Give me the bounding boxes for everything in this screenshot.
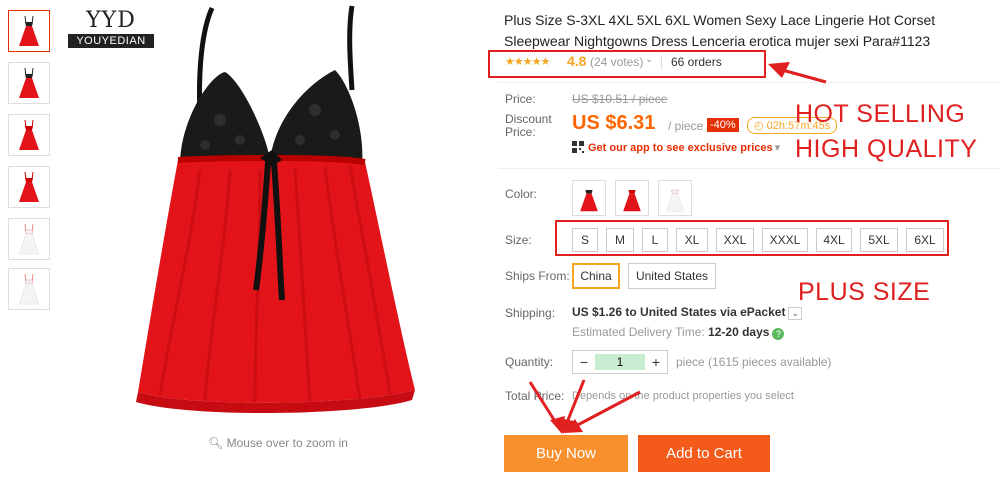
delivery-label: Estimated Delivery Time: — [572, 325, 705, 339]
quantity-available: piece (1615 pieces available) — [676, 355, 832, 369]
dress-thumbnail-image — [18, 223, 40, 255]
quantity-label: Quantity: — [505, 355, 554, 369]
chevron-down-icon[interactable]: ⌄ — [788, 307, 802, 320]
dress-thumbnail-image — [18, 273, 40, 305]
size-option-xxl[interactable]: XXL — [716, 228, 754, 252]
votes-link[interactable]: (24 votes) — [590, 55, 643, 69]
thumbnail-2[interactable] — [8, 62, 50, 104]
dress-thumbnail-image — [19, 171, 39, 202]
size-label: Size: — [505, 233, 532, 247]
quantity-increase-button[interactable]: + — [645, 351, 667, 373]
divider — [661, 55, 662, 69]
ships-from-label: Ships From: — [505, 269, 570, 283]
color-swatch-image — [623, 190, 641, 212]
color-label: Color: — [505, 187, 538, 201]
shipping-method[interactable]: US $1.26 to United States via ePacket ⌄ — [572, 305, 802, 320]
color-option-black-red[interactable] — [572, 180, 606, 216]
size-option-xxxl[interactable]: XXXL — [762, 228, 808, 252]
total-price-label: Total Price: — [505, 389, 565, 403]
color-option-red[interactable] — [615, 180, 649, 216]
qr-code-icon — [572, 141, 584, 153]
original-price: US $10.51 / piece — [572, 92, 668, 106]
chevron-down-icon: ▾ — [774, 142, 781, 154]
size-option-l[interactable]: L — [642, 228, 668, 252]
thumbnail-4[interactable] — [8, 166, 50, 208]
size-option-5xl[interactable]: 5XL — [860, 228, 898, 252]
discount-badge: -40% — [707, 118, 739, 132]
buy-now-button[interactable]: Buy Now — [504, 435, 628, 472]
dress-thumbnail-image — [19, 119, 39, 150]
color-swatch-image — [580, 190, 598, 212]
discount-price: US $6.31 — [572, 112, 656, 134]
quantity-input[interactable] — [595, 354, 645, 370]
ships-from-option-united-states[interactable]: United States — [628, 263, 716, 289]
thumbnail-5[interactable] — [8, 218, 50, 260]
size-option-s[interactable]: S — [572, 228, 598, 252]
star-rating-icon: ★★★★★ — [505, 56, 550, 68]
dress-thumbnail-image — [19, 67, 39, 98]
discount-price-label-line1: Discount — [505, 112, 552, 126]
size-option-4xl[interactable]: 4XL — [816, 228, 852, 252]
arrow-head — [564, 419, 583, 433]
size-option-xl[interactable]: XL — [676, 228, 708, 252]
size-option-6xl[interactable]: 6XL — [906, 228, 944, 252]
hot-selling-annotation: HOT SELLING — [795, 100, 966, 128]
thumbnail-6[interactable] — [8, 268, 50, 310]
arrow-head — [550, 416, 565, 434]
thumbnail-1[interactable] — [8, 10, 50, 52]
shipping-cost: US $1.26 — [572, 305, 623, 319]
rating-value: 4.8 — [567, 53, 587, 69]
brand-logo: YYD YOUYEDIAN — [64, 8, 158, 50]
quantity-stepper: − + — [572, 350, 668, 374]
arrow-to-buy-2 — [564, 379, 586, 426]
total-price-note: Depends on the product properties you se… — [572, 390, 794, 402]
high-quality-annotation: HIGH QUALITY — [795, 135, 978, 163]
color-option-white[interactable] — [658, 180, 692, 216]
main-product-image[interactable] — [60, 0, 480, 430]
divider — [498, 168, 1000, 169]
plus-size-annotation: PLUS SIZE — [798, 278, 931, 306]
arrow-head — [558, 418, 574, 434]
divider — [498, 82, 1000, 83]
size-option-m[interactable]: M — [606, 228, 634, 252]
clock-icon: ◴ — [754, 120, 764, 132]
app-promo-link[interactable]: Get our app to see exclusive prices ▾ — [572, 141, 780, 154]
add-to-cart-button[interactable]: Add to Cart — [638, 435, 770, 472]
color-swatch-image — [665, 189, 685, 212]
ships-from-option-china[interactable]: China — [572, 263, 620, 289]
discount-price-label-line2: Price: — [505, 125, 536, 139]
thumbnail-3[interactable] — [8, 114, 50, 156]
brand-logo-subtext: YOUYEDIAN — [68, 34, 154, 48]
arrow-head — [768, 62, 790, 78]
zoom-hint-text: Mouse over to zoom in — [226, 436, 348, 450]
shipping-destination: to United States via ePacket — [625, 305, 786, 319]
product-title: Plus Size S-3XL 4XL 5XL 6XL Women Sexy L… — [504, 12, 936, 49]
price-label: Price: — [505, 92, 536, 106]
help-icon[interactable]: ? — [772, 328, 785, 340]
shipping-label: Shipping: — [505, 306, 556, 320]
orders-count: 66 orders — [671, 55, 722, 69]
delivery-estimate: Estimated Delivery Time: 12-20 days? — [572, 325, 785, 340]
zoom-hint: 🔍︎ Mouse over to zoom in — [208, 436, 348, 450]
delivery-value: 12-20 days — [708, 325, 770, 339]
arrow-to-rating — [774, 66, 827, 84]
quantity-decrease-button[interactable]: − — [573, 351, 595, 373]
search-icon: 🔍︎ — [208, 436, 224, 450]
dress-thumbnail-image — [19, 15, 39, 46]
chevron-down-icon[interactable]: ⌄ — [645, 54, 653, 65]
price-unit: / piece — [668, 119, 704, 133]
app-promo-text: Get our app to see exclusive prices — [588, 142, 773, 154]
brand-logo-text: YYD — [86, 8, 136, 33]
